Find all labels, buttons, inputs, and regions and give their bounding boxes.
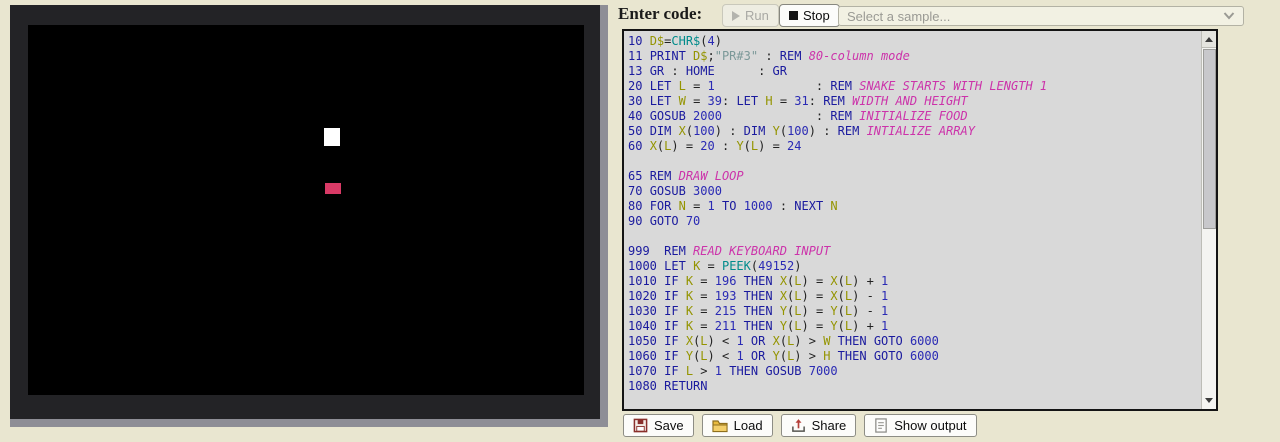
stop-button-label: Stop (803, 8, 830, 23)
scrollbar[interactable] (1201, 31, 1216, 409)
code-line: 10 D$=CHR$(4) (628, 34, 1202, 49)
code-line: 1040 IF K = 211 THEN Y(L) = Y(L) + 1 (628, 319, 1202, 334)
code-line: 1020 IF K = 193 THEN X(L) = X(L) - 1 (628, 289, 1202, 304)
stop-icon (789, 11, 798, 20)
white-pixel (324, 128, 340, 146)
sample-select-placeholder: Select a sample... (847, 9, 1223, 24)
code-editor[interactable]: 10 D$=CHR$(4)11 PRINT D$;"PR#3" : REM 80… (622, 29, 1218, 411)
pink-pixel (325, 183, 341, 194)
run-button[interactable]: Run (722, 4, 779, 27)
code-line: 90 GOTO 70 (628, 214, 1202, 229)
run-button-label: Run (745, 8, 769, 23)
floppy-disk-icon (633, 418, 648, 433)
scroll-down-icon (1205, 398, 1213, 403)
code-line: 1010 IF K = 196 THEN X(L) = X(L) + 1 (628, 274, 1202, 289)
code-line: 1080 RETURN (628, 379, 1202, 394)
app: Enter code: Run Stop Select a sample... … (0, 0, 1280, 442)
code-line: 13 GR : HOME : GR (628, 64, 1202, 79)
code-line: 70 GOSUB 3000 (628, 184, 1202, 199)
play-icon (732, 11, 740, 21)
share-button[interactable]: Share (781, 414, 857, 437)
code-line: 80 FOR N = 1 TO 1000 : NEXT N (628, 199, 1202, 214)
chevron-down-icon (1223, 12, 1235, 20)
save-button-label: Save (654, 418, 684, 433)
code-line: 1070 IF L > 1 THEN GOSUB 7000 (628, 364, 1202, 379)
actions-bar: Save Load Share Show output (623, 414, 977, 437)
code-line: 60 X(L) = 20 : Y(L) = 24 (628, 139, 1202, 154)
scroll-up-button[interactable] (1202, 31, 1216, 48)
code-line (628, 229, 1202, 244)
code-line: 1060 IF Y(L) < 1 OR Y(L) > H THEN GOTO 6… (628, 349, 1202, 364)
stop-button[interactable]: Stop (779, 4, 840, 27)
code-line: 11 PRINT D$;"PR#3" : REM 80-column mode (628, 49, 1202, 64)
scroll-up-icon (1205, 37, 1213, 42)
code-line: 30 LET W = 39: LET H = 31: REM WIDTH AND… (628, 94, 1202, 109)
enter-code-label: Enter code: (618, 4, 702, 24)
scroll-down-button[interactable] (1202, 394, 1216, 406)
share-button-label: Share (812, 418, 847, 433)
document-icon (874, 418, 888, 433)
load-button[interactable]: Load (702, 414, 773, 437)
code-line: 20 LET L = 1 : REM SNAKE STARTS WITH LEN… (628, 79, 1202, 94)
sample-select[interactable]: Select a sample... (838, 6, 1244, 26)
folder-icon (712, 419, 728, 433)
code-line: 1050 IF X(L) < 1 OR X(L) > W THEN GOTO 6… (628, 334, 1202, 349)
code-content: 10 D$=CHR$(4)11 PRINT D$;"PR#3" : REM 80… (624, 31, 1202, 409)
code-line: 50 DIM X(100) : DIM Y(100) : REM INTIALI… (628, 124, 1202, 139)
code-line: 1030 IF K = 215 THEN Y(L) = Y(L) - 1 (628, 304, 1202, 319)
code-line (628, 154, 1202, 169)
code-line (628, 394, 1202, 409)
code-line: 999 REM READ KEYBOARD INPUT (628, 244, 1202, 259)
code-line: 65 REM DRAW LOOP (628, 169, 1202, 184)
save-button[interactable]: Save (623, 414, 694, 437)
monitor-bezel (10, 5, 608, 427)
toolbar: Enter code: Run Stop Select a sample... (616, 0, 1280, 29)
apple2-screen (28, 25, 584, 395)
show-output-button[interactable]: Show output (864, 414, 976, 437)
load-button-label: Load (734, 418, 763, 433)
code-line: 40 GOSUB 2000 : REM INITIALIZE FOOD (628, 109, 1202, 124)
show-output-button-label: Show output (894, 418, 966, 433)
code-line: 1000 LET K = PEEK(49152) (628, 259, 1202, 274)
scroll-thumb[interactable] (1203, 49, 1216, 229)
share-upload-icon (791, 418, 806, 433)
